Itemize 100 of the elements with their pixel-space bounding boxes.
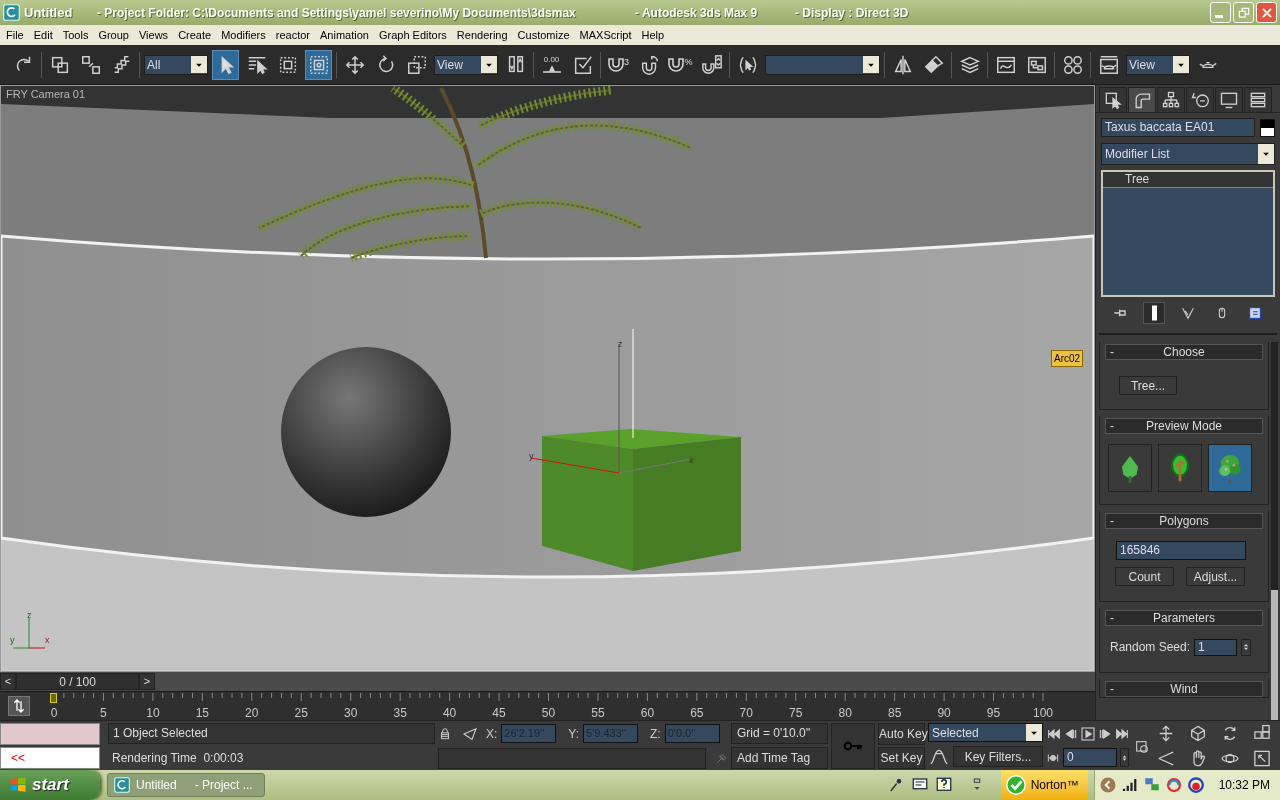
time-slider-thumb[interactable]: 0 / 100 xyxy=(16,673,139,690)
spinner-button[interactable] xyxy=(1120,748,1129,767)
script-output-field[interactable]: << xyxy=(0,747,100,769)
current-frame-field[interactable]: 0 xyxy=(1063,748,1117,767)
tick-label: 70 xyxy=(739,705,753,722)
chevron-circle-icon[interactable] xyxy=(1098,776,1117,794)
time-slider[interactable]: < 0 / 100 > xyxy=(0,672,1095,692)
leaf-preview-button[interactable] xyxy=(1108,444,1152,492)
utilities-tab[interactable] xyxy=(1244,87,1272,112)
stack-item[interactable]: Tree xyxy=(1103,172,1273,188)
camera-viewport[interactable]: FRY Camera 01 z y x z y x Arc02 xyxy=(0,85,1095,672)
modifier-stack-list[interactable]: Tree xyxy=(1101,170,1275,297)
tick-label: 65 xyxy=(690,705,704,722)
menu-item[interactable]: Graph Editors xyxy=(373,26,452,44)
menu-item[interactable]: Views xyxy=(133,26,174,44)
tick-label: 60 xyxy=(640,705,655,722)
tick-label: 85 xyxy=(887,705,902,722)
lock-icon[interactable] xyxy=(438,726,452,741)
menu-item[interactable]: Animation xyxy=(315,26,374,44)
scrollbar[interactable] xyxy=(1271,342,1278,720)
menu-item[interactable]: File xyxy=(1,26,29,44)
menu-item[interactable]: Help xyxy=(636,26,670,44)
axis-label: x xyxy=(689,456,694,465)
frame-marker[interactable] xyxy=(50,693,57,703)
count-button[interactable]: Count xyxy=(1115,567,1174,586)
magnet-button[interactable]: 3 xyxy=(605,49,632,80)
close-button[interactable] xyxy=(1256,2,1277,23)
menu-item[interactable]: Rendering xyxy=(451,26,513,44)
axis-label: z xyxy=(27,611,32,620)
menu-item[interactable]: Modifiers xyxy=(216,26,271,44)
slider-button[interactable]: 0.00 xyxy=(538,49,565,80)
menu-item[interactable]: Customize xyxy=(512,26,575,44)
script-input-field[interactable] xyxy=(0,723,100,745)
axis-label: z xyxy=(618,340,623,349)
play-icon[interactable] xyxy=(1080,725,1096,742)
rollout-header[interactable]: - Parameters xyxy=(1105,610,1263,626)
tree-button[interactable]: Tree... xyxy=(1119,376,1177,395)
triangle-pointer-icon[interactable] xyxy=(462,725,478,742)
random-seed-field[interactable]: 1 xyxy=(1194,638,1238,656)
wireframe-cube-icon[interactable] xyxy=(1188,724,1208,743)
menu-item[interactable]: MAXScript xyxy=(574,26,637,44)
rollout-header[interactable]: - Choose xyxy=(1105,344,1263,360)
rollout-header[interactable]: - Polygons xyxy=(1105,513,1263,529)
menu-item[interactable]: reactor xyxy=(270,26,316,44)
maximize-icon[interactable] xyxy=(1252,749,1272,768)
field-of-view-icon[interactable] xyxy=(1156,749,1176,768)
eraser-icon xyxy=(922,53,945,76)
viewport-label[interactable]: FRY Camera 01 xyxy=(6,88,86,101)
bar-button[interactable] xyxy=(1143,302,1166,324)
add-time-tag-button[interactable]: Add Time Tag xyxy=(731,747,828,769)
dropdown[interactable]: View xyxy=(434,54,498,75)
tick-label: 20 xyxy=(245,705,259,722)
axis-label: Z: xyxy=(650,725,661,743)
object-label: Arc02 xyxy=(1051,350,1084,367)
dropdown[interactable]: All xyxy=(144,54,208,75)
menu-item[interactable]: Group xyxy=(93,26,134,44)
help-icon[interactable] xyxy=(934,776,953,794)
next-frame-button[interactable]: > xyxy=(139,673,155,690)
polygon-count-field[interactable]: 165846 xyxy=(1116,541,1246,560)
motion-tab[interactable] xyxy=(1186,87,1214,112)
axis-label: y xyxy=(529,452,534,461)
previous-frame-button[interactable]: < xyxy=(0,673,16,690)
rollout-header[interactable]: - Preview Mode xyxy=(1105,418,1263,434)
modifier-list-dropdown[interactable]: Modifier List xyxy=(1101,143,1275,165)
scrollbar-thumb[interactable] xyxy=(1271,590,1278,720)
create-tab[interactable] xyxy=(1099,87,1127,112)
tree-preview-button[interactable] xyxy=(1158,444,1202,492)
modify-tab[interactable] xyxy=(1128,87,1156,112)
foliage-preview-button[interactable] xyxy=(1208,444,1252,492)
adjust-button[interactable]: Adjust... xyxy=(1186,567,1245,586)
norton-button[interactable]: Norton™ xyxy=(1000,770,1088,800)
utilities-icon xyxy=(1248,90,1268,110)
menu-item[interactable]: Create xyxy=(173,26,217,44)
prohibited-circle-icon[interactable] xyxy=(1186,776,1205,794)
start-button[interactable]: start xyxy=(0,770,100,800)
signal-bars-icon[interactable] xyxy=(1120,776,1139,794)
dropdown[interactable] xyxy=(765,54,880,75)
menu-item[interactable]: Tools xyxy=(57,26,94,44)
object-color-swatch[interactable] xyxy=(1260,118,1275,137)
hierarchy-tab[interactable] xyxy=(1157,87,1185,112)
set-key-button[interactable]: Set Key xyxy=(878,747,925,769)
app-logo-icon xyxy=(114,777,130,793)
swirl-icon[interactable] xyxy=(1164,776,1183,794)
spinner-magnet-icon xyxy=(700,53,723,76)
spinner-button[interactable] xyxy=(1241,638,1252,656)
tick-label: 45 xyxy=(492,705,506,722)
rollout-header[interactable]: - Wind xyxy=(1105,681,1263,697)
dropdown[interactable]: View xyxy=(1126,54,1190,75)
curve-editor-toggle-button[interactable] xyxy=(8,696,30,716)
menu-item[interactable]: Edit xyxy=(28,26,58,44)
object-name-field[interactable]: Taxus baccata EA01 xyxy=(1101,118,1255,137)
percent-magnet-button[interactable]: % xyxy=(667,49,694,80)
display-tab[interactable] xyxy=(1215,87,1243,112)
key-mode-dropdown[interactable]: Selected xyxy=(928,723,1043,742)
axis-label: X: xyxy=(486,725,498,743)
target-square-button[interactable] xyxy=(305,49,332,80)
time-configuration-icon[interactable] xyxy=(1134,738,1150,755)
key-filters-button[interactable]: Key Filters... xyxy=(953,746,1043,767)
cursor-button[interactable] xyxy=(212,49,239,80)
close-icon xyxy=(1259,5,1274,20)
